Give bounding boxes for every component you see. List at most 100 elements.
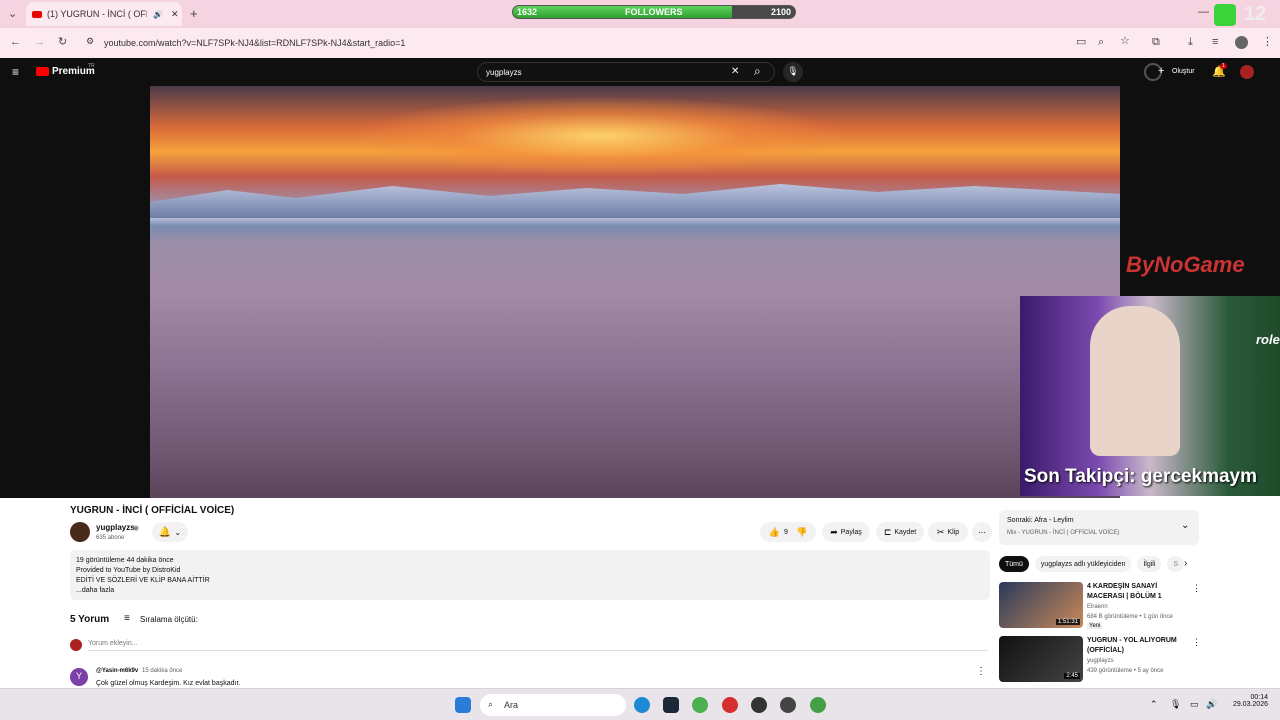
- clip-button[interactable]: ✂ Klip: [928, 522, 968, 542]
- browser-menu-icon[interactable]: ⋮: [1262, 37, 1273, 48]
- browser-tab[interactable]: (1) YUGRUN - İNCİ ( OFFICİ 🔊 ✕: [26, 2, 182, 26]
- clock-date: 29.03.2026: [1232, 701, 1268, 708]
- streamer-figure: [1090, 306, 1180, 456]
- reload-icon[interactable]: ↻: [58, 37, 67, 48]
- video-duration: 1:51:31: [1055, 619, 1080, 625]
- minimize-icon[interactable]: —: [1198, 7, 1209, 18]
- chip-more[interactable]: S: [1167, 556, 1185, 572]
- voice-search-icon[interactable]: 🎙: [783, 62, 803, 82]
- rec-channel[interactable]: yugplayzs: [1087, 658, 1114, 664]
- like-count[interactable]: 9: [784, 529, 788, 536]
- channel-avatar[interactable]: [70, 522, 90, 542]
- view-count-date: 19 görüntüleme 44 dakika önce: [76, 557, 174, 564]
- expand-chevron-icon[interactable]: ⌄: [1181, 520, 1189, 531]
- tray-chevron-icon[interactable]: ⌃: [1150, 699, 1158, 710]
- comment-text: Çok güzel olmuş Kardeşim. Kız evlat başk…: [96, 680, 241, 687]
- edge-icon[interactable]: [634, 697, 650, 713]
- extensions-icon[interactable]: ⧉: [1152, 37, 1160, 48]
- mountain-range: [150, 184, 1120, 218]
- comment-count: 5 Yorum: [70, 614, 110, 625]
- rec-channel[interactable]: Elraenn: [1087, 604, 1108, 610]
- obs-icon[interactable]: [751, 697, 767, 713]
- comment-menu-icon[interactable]: ⋮: [976, 666, 986, 677]
- like-dislike-group: 👍 9 👎: [760, 522, 816, 542]
- taskbar-search[interactable]: ⌕ Ara: [480, 694, 626, 716]
- clear-search-icon[interactable]: ✕: [731, 66, 739, 77]
- dislike-icon[interactable]: 👎: [796, 527, 807, 538]
- bell-icon: 🔔: [158, 526, 172, 538]
- rec-video-title[interactable]: 4 KARDEŞİN SANAYİ MACERASI | BÖLÜM 1: [1087, 582, 1187, 602]
- chrome-icon[interactable]: [692, 697, 708, 713]
- clock[interactable]: 00:14 29.03.2026: [1226, 694, 1268, 708]
- url-text: youtube.com/watch?v=NLF7SPk-NJ4&list=RDN…: [104, 38, 406, 48]
- sort-icon[interactable]: ≡: [124, 613, 130, 624]
- video-thumbnail[interactable]: 2:45: [999, 636, 1083, 682]
- show-more-link[interactable]: ...daha fazla: [76, 586, 984, 596]
- forward-icon[interactable]: →: [34, 37, 45, 48]
- chip-all[interactable]: Tümü: [999, 556, 1029, 572]
- rec-menu-icon[interactable]: ⋮: [1192, 583, 1201, 594]
- rec-video-title[interactable]: YUGRUN - YOL ALIYORUM (OFFİCİAL): [1087, 636, 1187, 656]
- chips-next-icon[interactable]: ›: [1184, 558, 1187, 569]
- chip-uploader[interactable]: yugplayzs adlı yükleyiciden: [1034, 556, 1132, 572]
- hamburger-menu-icon[interactable]: ≡: [12, 65, 19, 79]
- new-tab-icon[interactable]: +: [190, 7, 198, 20]
- network-icon[interactable]: ▭: [1190, 699, 1199, 710]
- kick-logo-icon: [1214, 4, 1236, 26]
- notification-badge: 1: [1220, 63, 1227, 69]
- commenter-avatar[interactable]: Y: [70, 668, 88, 686]
- create-button[interactable]: Oluştur: [1172, 68, 1195, 75]
- last-follower-overlay: Son Takipçi: gercekmaym: [1024, 466, 1258, 487]
- audio-icon[interactable]: 🔊: [153, 10, 163, 19]
- rec-menu-icon[interactable]: ⋮: [1192, 637, 1201, 648]
- player-letterbox-left: [0, 86, 150, 498]
- bookmark-icon: ⊏: [883, 526, 892, 537]
- comment-author[interactable]: @Yasin-m6k9v: [96, 668, 138, 674]
- microphone-icon[interactable]: 🎙: [1170, 699, 1181, 710]
- back-icon[interactable]: ←: [10, 37, 21, 48]
- share-label: Paylaş: [840, 528, 862, 536]
- profile-avatar[interactable]: [1235, 36, 1248, 49]
- subscribed-bell-button[interactable]: 🔔 ⌄: [152, 522, 188, 542]
- save-button[interactable]: ⊏ Kaydet: [876, 522, 924, 542]
- video-thumbnail[interactable]: 1:51:31: [999, 582, 1083, 628]
- create-icon[interactable]: +: [1158, 65, 1164, 77]
- share-button[interactable]: ➦ Paylaş: [822, 522, 870, 542]
- like-icon[interactable]: 👍: [769, 527, 780, 538]
- followers-goal: 2100: [770, 7, 791, 17]
- description-line: Provided to YouTube by DistroKid: [76, 567, 181, 574]
- opera-icon[interactable]: [722, 697, 738, 713]
- add-comment-input[interactable]: Yorum ekleyin...: [88, 640, 988, 651]
- media-player-icon[interactable]: [780, 697, 796, 713]
- steam-icon[interactable]: [663, 697, 679, 713]
- tab-list-icon[interactable]: ⌄: [8, 9, 17, 20]
- zoom-icon[interactable]: ⌕: [1098, 37, 1104, 48]
- account-avatar[interactable]: [1240, 65, 1254, 79]
- site-info-icon[interactable]: ⚙: [86, 37, 94, 46]
- chip-related[interactable]: İlgili: [1137, 556, 1162, 572]
- bookmark-star-icon[interactable]: ☆: [1120, 36, 1130, 47]
- playlist-mix-panel[interactable]: Sonraki: Afra - Leylim Mix - YUGRUN - İN…: [999, 510, 1199, 545]
- volume-icon[interactable]: 🔊: [1206, 699, 1217, 710]
- close-tab-icon[interactable]: ✕: [171, 9, 179, 20]
- my-avatar: [70, 639, 82, 651]
- video-player[interactable]: [150, 86, 1120, 498]
- more-actions-button[interactable]: ⋯: [972, 522, 992, 542]
- windows-start-icon[interactable]: [455, 697, 471, 713]
- chrome-profile-icon[interactable]: [810, 697, 826, 713]
- comment-time[interactable]: 15 dakika önce: [142, 668, 182, 674]
- cam-sign-text: role: [1256, 332, 1280, 347]
- taskbar-search-label: Ara: [504, 700, 519, 710]
- download-icon[interactable]: ⤓: [1188, 37, 1193, 48]
- youtube-logo-icon[interactable]: [36, 67, 49, 76]
- description-line: EDİTİ VE SÖZLERİ VE KLİP BANA AİTTİR: [76, 577, 210, 584]
- address-bar[interactable]: ⚙ youtube.com/watch?v=NLF7SPk-NJ4&list=R…: [80, 32, 1130, 54]
- clip-label: Klip: [947, 528, 960, 536]
- description-box[interactable]: 19 görüntüleme 44 dakika önce Provided t…: [70, 550, 990, 600]
- player-letterbox-right: ByNoGame: [1120, 86, 1280, 296]
- sort-button[interactable]: Sıralama ölçütü:: [140, 615, 198, 624]
- channel-name[interactable]: yugplayzs: [96, 523, 135, 532]
- search-icon[interactable]: ⌕: [754, 64, 761, 79]
- install-icon[interactable]: ▭: [1076, 37, 1086, 48]
- media-control-icon[interactable]: ≡: [1212, 37, 1218, 48]
